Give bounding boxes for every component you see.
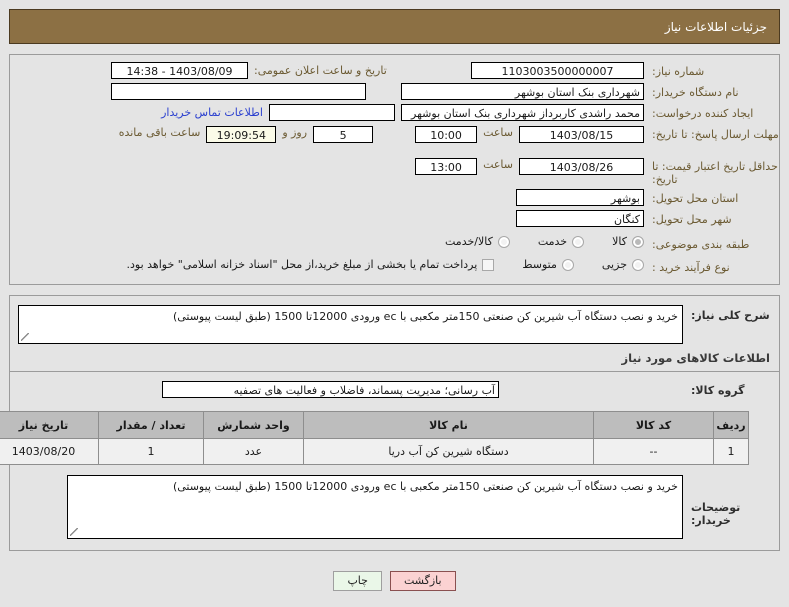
buyer-org-label: نام دستگاه خریدار: xyxy=(652,86,739,99)
radio-process-motevaset-label: متوسط xyxy=(522,258,557,271)
response-deadline-time-field[interactable]: 10:00 xyxy=(415,126,478,143)
row-response-deadline: مهلت ارسال پاسخ: تا تاریخ: 1403/08/15 سا… xyxy=(10,124,779,156)
radio-process-jozei-label: جزیی xyxy=(601,258,627,271)
buyer-org-extra-field[interactable] xyxy=(111,83,366,100)
buyer-notes-textarea[interactable]: خرید و نصب دستگاه آب شیرین کن صنعتی 150م… xyxy=(67,475,683,539)
radio-circle-icon xyxy=(561,258,574,271)
buyer-org-field[interactable]: شهرداری بنک استان بوشهر xyxy=(401,83,644,100)
cell-name: دستگاه شیرین کن آب دریا xyxy=(303,438,594,465)
column-header-unit: واحد شمارش xyxy=(203,411,304,439)
radio-subject-kala-label: کالا xyxy=(612,235,627,248)
cell-row-no: 1 xyxy=(713,438,749,465)
checkbox-square-icon xyxy=(482,258,495,271)
cell-code: -- xyxy=(593,438,714,465)
row-buyer-org: نام دستگاه خریدار: شهرداری بنک استان بوش… xyxy=(10,82,779,103)
need-details-panel: شماره نیاز: 1103003500000007 تاریخ و ساع… xyxy=(9,54,780,285)
publish-datetime-field[interactable]: 1403/08/09 - 14:38 xyxy=(111,62,248,79)
cell-quantity: 1 xyxy=(98,438,204,465)
row-request-creator: ایجاد کننده درخواست: محمد راشدی کاربرداز… xyxy=(10,103,779,124)
response-deadline-date-field[interactable]: 1403/08/15 xyxy=(519,126,644,143)
radio-subject-kala-khedmat-label: کالا/خدمت xyxy=(445,235,493,248)
need-number-label: شماره نیاز: xyxy=(652,65,705,78)
goods-group-label: گروه کالا: xyxy=(691,384,745,397)
column-header-code: کد کالا xyxy=(593,411,714,439)
radio-subject-kala[interactable]: کالا xyxy=(612,235,644,248)
row-general-description: شرح کلی نیاز: خرید و نصب دستگاه آب شیرین… xyxy=(10,304,779,345)
back-button[interactable]: بازگشت xyxy=(389,571,456,591)
goods-group-field[interactable]: آب رسانی؛ مدیریت پسماند، فاضلاب و فعالیت… xyxy=(162,381,499,398)
price-validity-date-field[interactable]: 1403/08/26 xyxy=(519,158,644,175)
general-description-panel: شرح کلی نیاز: خرید و نصب دستگاه آب شیرین… xyxy=(9,295,780,372)
footer-button-bar: بازگشت چاپ xyxy=(0,571,789,591)
cell-unit: عدد xyxy=(203,438,304,465)
column-header-row-no: ردیف xyxy=(713,411,749,439)
general-description-textarea[interactable]: خرید و نصب دستگاه آب شیرین کن صنعتی 150م… xyxy=(18,305,683,344)
countdown-time-field: 19:09:54 xyxy=(206,126,277,143)
row-price-validity: حداقل تاریخ اعتبار قیمت: تا تاریخ: 1403/… xyxy=(10,156,779,188)
subject-class-label: طبقه بندی موضوعی: xyxy=(652,238,750,251)
print-button[interactable]: چاپ xyxy=(333,571,382,591)
row-purchase-process: نوع فرآیند خرید : جزیی متوسط پرداخت تمام… xyxy=(10,257,779,278)
price-validity-label: حداقل تاریخ اعتبار قیمت: تا تاریخ: xyxy=(652,160,778,186)
goods-table-header-row: ردیف کد کالا نام کالا واحد شمارش تعداد /… xyxy=(0,411,749,439)
goods-panel: گروه کالا: آب رسانی؛ مدیریت پسماند، فاضل… xyxy=(0,371,780,551)
request-creator-label: ایجاد کننده درخواست: xyxy=(652,107,754,120)
column-header-name: نام کالا xyxy=(303,411,594,439)
radio-circle-icon xyxy=(497,235,510,248)
column-header-need-date: تاریخ نیاز xyxy=(0,411,99,439)
general-description-label: شرح کلی نیاز: xyxy=(691,309,770,322)
response-deadline-time-label: ساعت xyxy=(483,126,513,139)
buyer-notes-label: توضیحات خریدار: xyxy=(691,501,741,527)
price-validity-time-field[interactable]: 13:00 xyxy=(415,158,478,175)
cell-need-date: 1403/08/20 xyxy=(0,438,99,465)
row-delivery-city: شهر محل تحویل: کنگان xyxy=(10,209,779,230)
page-title-bar: جزئیات اطلاعات نیاز xyxy=(9,9,780,44)
delivery-city-label: شهر محل تحویل: xyxy=(652,213,732,226)
row-subject-class: طبقه بندی موضوعی: کالا خدمت کالا/خدمت xyxy=(10,234,779,255)
countdown-days-field: 5 xyxy=(313,126,374,143)
radio-process-motevaset[interactable]: متوسط xyxy=(522,258,574,271)
radio-circle-icon xyxy=(632,258,644,271)
radio-subject-khedmat[interactable]: خدمت xyxy=(537,235,585,248)
radio-circle-icon xyxy=(572,235,585,248)
purchase-process-label: نوع فرآیند خرید : xyxy=(652,261,730,274)
checkbox-treasury-note[interactable]: پرداخت تمام یا بخشی از مبلغ خرید،از محل … xyxy=(127,258,495,271)
countdown-days-label: روز و xyxy=(282,126,308,139)
page-title: جزئیات اطلاعات نیاز xyxy=(664,19,767,34)
row-buyer-notes: توضیحات خریدار: خرید و نصب دستگاه آب شیر… xyxy=(10,474,779,540)
goods-section-heading: اطلاعات کالاهای مورد نیاز xyxy=(621,351,770,365)
goods-table-wrapper: ردیف کد کالا نام کالا واحد شمارش تعداد /… xyxy=(0,401,779,465)
publish-datetime-label: تاریخ و ساعت اعلان عمومی: xyxy=(254,64,387,77)
column-header-quantity: تعداد / مقدار xyxy=(98,411,204,439)
request-creator-field[interactable]: محمد راشدی کاربرداز شهرداری بنک استان بو… xyxy=(401,104,644,121)
delivery-province-label: استان محل تحویل: xyxy=(652,192,739,205)
goods-table: ردیف کد کالا نام کالا واحد شمارش تعداد /… xyxy=(0,411,749,465)
row-delivery-province: استان محل تحویل: بوشهر xyxy=(10,188,779,209)
need-number-field[interactable]: 1103003500000007 xyxy=(471,62,644,79)
radio-subject-khedmat-label: خدمت xyxy=(537,235,568,248)
radio-subject-kala-khedmat[interactable]: کالا/خدمت xyxy=(445,235,510,248)
response-deadline-label: مهلت ارسال پاسخ: تا تاریخ: xyxy=(652,128,779,141)
request-creator-extra-field[interactable] xyxy=(269,104,395,121)
row-need-number: شماره نیاز: 1103003500000007 تاریخ و ساع… xyxy=(10,61,779,82)
price-validity-time-label: ساعت xyxy=(483,158,513,171)
delivery-province-field[interactable]: بوشهر xyxy=(516,189,644,206)
row-goods-group: گروه کالا: آب رسانی؛ مدیریت پسماند، فاضل… xyxy=(10,380,779,401)
treasury-note-label: پرداخت تمام یا بخشی از مبلغ خرید،از محل … xyxy=(126,258,478,271)
radio-process-jozei[interactable]: جزیی xyxy=(602,258,644,271)
delivery-city-field[interactable]: کنگان xyxy=(516,210,644,227)
buyer-contact-link[interactable]: اطلاعات تماس خریدار xyxy=(161,106,263,119)
radio-circle-icon xyxy=(632,235,644,248)
countdown-remaining-label: ساعت باقی مانده xyxy=(118,126,201,139)
table-row: 1 -- دستگاه شیرین کن آب دریا عدد 1 1403/… xyxy=(0,438,749,465)
